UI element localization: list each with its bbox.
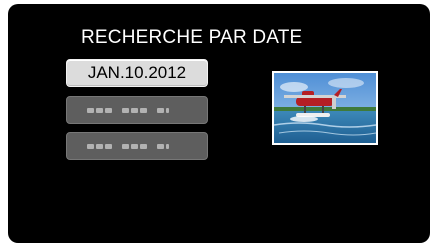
preview-thumbnail [272,71,378,145]
masked-date-label [87,108,169,113]
date-button-selected[interactable]: JAN.10.2012 [66,59,208,87]
date-label: JAN.10.2012 [87,63,187,82]
date-button-2[interactable] [66,96,208,124]
masked-date-label [87,144,169,149]
date-button-3[interactable] [66,132,208,160]
search-by-date-screen: RECHERCHE PAR DATE JAN.10.2012 [8,4,430,243]
screen-title: RECHERCHE PAR DATE [81,27,303,48]
seaplane-image [274,73,376,143]
